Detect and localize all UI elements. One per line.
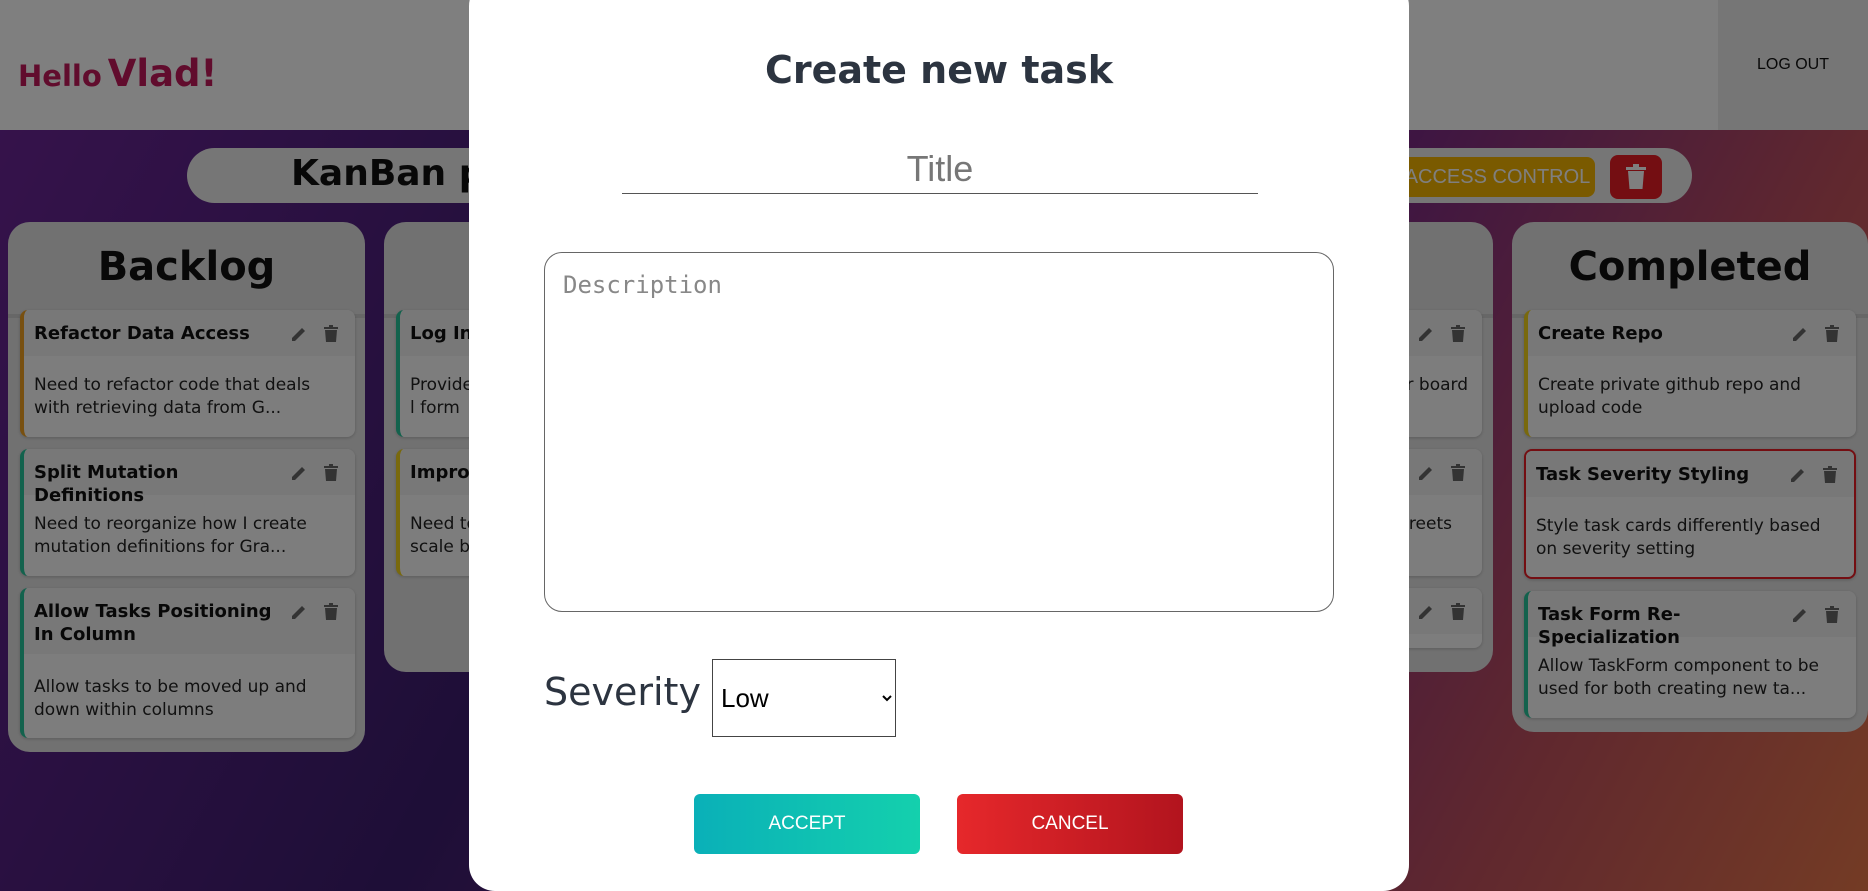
cancel-button[interactable]: CANCEL [957, 794, 1183, 854]
task-description-input[interactable] [544, 252, 1334, 612]
severity-select[interactable]: Low [712, 659, 896, 737]
task-title-input[interactable] [622, 144, 1258, 194]
severity-label: Severity [544, 670, 701, 714]
accept-button[interactable]: ACCEPT [694, 794, 920, 854]
create-task-modal: Create new task Severity Low ACCEPT CANC… [469, 0, 1409, 891]
modal-title: Create new task [764, 48, 1114, 92]
